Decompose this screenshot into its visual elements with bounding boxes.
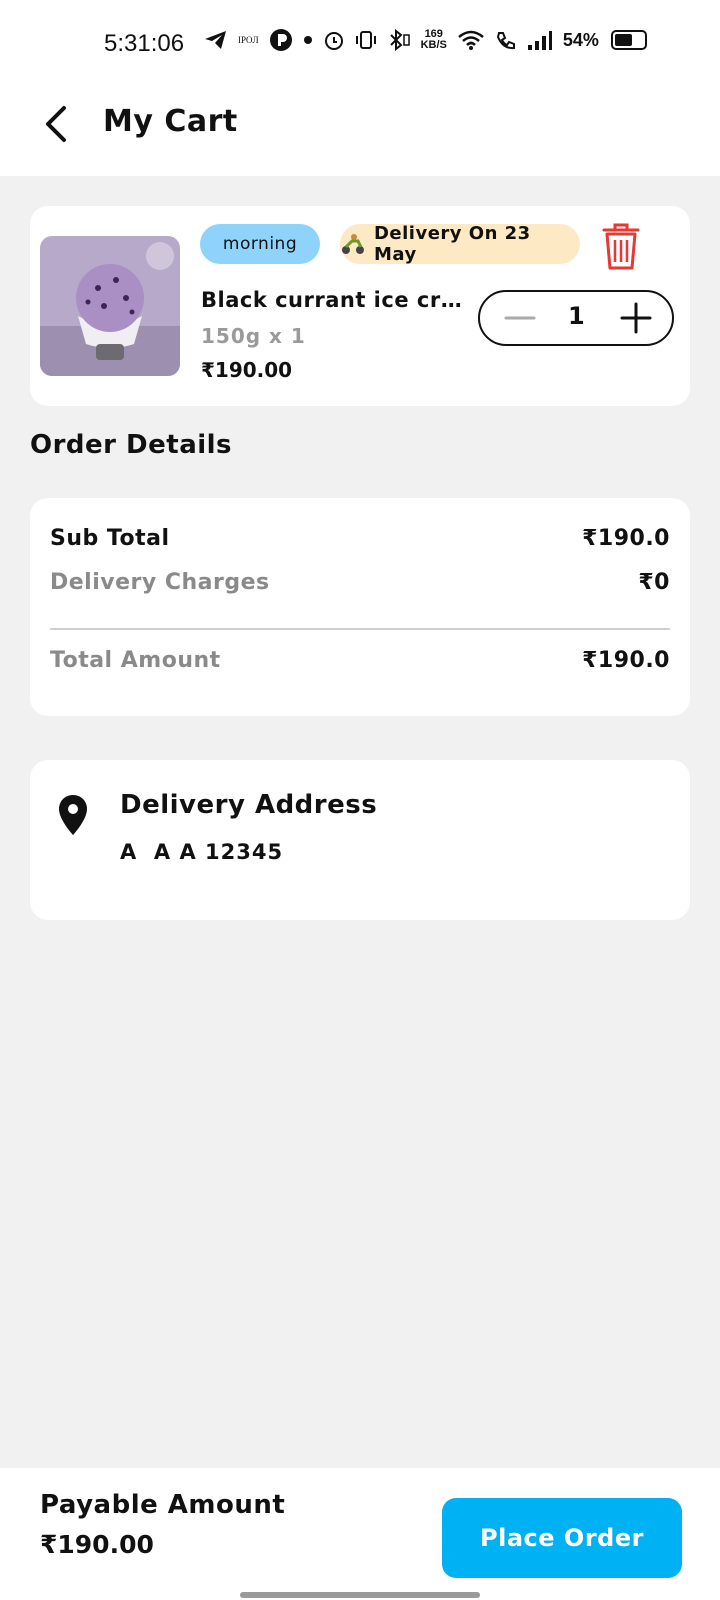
scooter-icon <box>341 234 364 254</box>
telegram-icon <box>205 31 226 49</box>
checkout-bar: Payable Amount ₹190.00 Place Order <box>0 1468 720 1600</box>
dot-icon <box>303 36 312 44</box>
app-header: My Cart <box>0 88 720 176</box>
sub-total-row: Sub Total ₹190.0 <box>50 526 670 551</box>
alarm-icon <box>324 32 343 50</box>
wifi-icon <box>458 30 484 50</box>
total-amount-label: Total Amount <box>50 648 221 673</box>
product-image[interactable] <box>40 236 180 376</box>
cart-item-card: morning Delivery On 23 May Black currant… <box>30 206 690 406</box>
place-order-button[interactable]: Place Order <box>442 1498 682 1578</box>
sub-total-value: ₹190.0 <box>582 526 670 551</box>
delivery-charges-label: Delivery Charges <box>50 570 270 595</box>
divider <box>50 628 670 630</box>
bluetooth-icon <box>389 29 410 51</box>
quantity-value: 1 <box>568 302 585 330</box>
carrier-mini-label: IPOЛ <box>238 35 259 45</box>
status-time: 5:31:06 <box>104 30 185 57</box>
increase-quantity-button[interactable] <box>616 298 656 338</box>
order-details-heading: Order Details <box>30 430 233 460</box>
delete-item-button[interactable] <box>600 220 642 272</box>
total-amount-value: ₹190.0 <box>582 648 670 673</box>
location-pin-icon <box>59 795 87 835</box>
order-details-card: Sub Total ₹190.0 Delivery Charges ₹0 Tot… <box>30 498 690 716</box>
delivery-date-badge: Delivery On 23 May <box>340 223 580 265</box>
delivery-address-title: Delivery Address <box>120 790 378 820</box>
battery-icon <box>610 30 647 50</box>
wifi-call-icon <box>496 32 515 50</box>
signal-icon <box>527 31 552 50</box>
home-indicator[interactable] <box>240 1592 480 1598</box>
delivery-charges-value: ₹0 <box>638 570 670 595</box>
delivery-address-line: A A A 12345 <box>120 840 284 864</box>
product-name: Black currant ice crea... <box>201 288 475 312</box>
speed-unit: KB/S <box>420 39 447 51</box>
status-icons: IPOЛ 169 KB/S 54% <box>204 28 647 52</box>
app-circle-icon <box>269 29 292 51</box>
payable-amount-label: Payable Amount <box>40 1490 286 1520</box>
quantity-stepper: 1 <box>478 290 674 346</box>
delivery-slot-badge: morning <box>200 224 320 264</box>
page-title: My Cart <box>103 104 238 139</box>
delivery-address-card[interactable]: Delivery Address A A A 12345 <box>30 760 690 920</box>
total-amount-row: Total Amount ₹190.0 <box>50 648 670 673</box>
product-quantity: 150g x 1 <box>201 324 306 348</box>
status-bar: 5:31:06 IPOЛ 169 KB/S 54% <box>0 0 720 88</box>
vibrate-icon <box>355 31 376 49</box>
back-button[interactable] <box>36 102 80 146</box>
decrease-quantity-button[interactable] <box>500 300 540 336</box>
delivery-charges-row: Delivery Charges ₹0 <box>50 570 670 595</box>
delivery-date-label: Delivery On 23 May <box>373 223 531 265</box>
battery-percent: 54% <box>562 29 599 50</box>
network-speed: 169 KB/S <box>421 29 447 51</box>
sub-total-label: Sub Total <box>50 526 170 551</box>
product-price: ₹190.00 <box>201 358 293 382</box>
payable-amount-value: ₹190.00 <box>40 1530 154 1559</box>
